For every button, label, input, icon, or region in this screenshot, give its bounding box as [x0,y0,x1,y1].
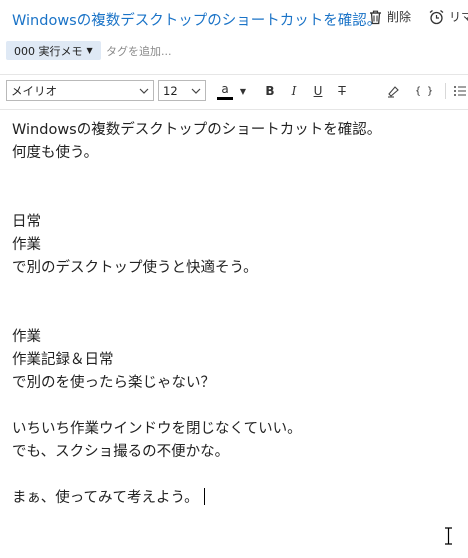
bold-button[interactable]: B [262,81,278,101]
trash-icon [370,10,381,24]
note-line: で別のを使ったら楽じゃない？ [12,375,215,391]
highlighter-button[interactable] [384,81,402,101]
note-line [12,165,452,188]
note-line [12,280,452,303]
toolbar-divider [445,83,446,99]
note-line: 作業 [12,237,41,253]
underline-button[interactable]: U [310,81,326,101]
strikethrough-button[interactable]: T [334,81,350,101]
highlighter-icon [388,86,399,98]
bullet-list-button[interactable] [452,81,468,101]
chevron-down-icon [191,88,201,94]
reminder-button[interactable]: リマ [428,8,468,25]
alarm-clock-icon [429,9,444,24]
tag-bar: 000 実行メモ ▼ [0,38,468,64]
font-size-value: 12 [163,83,178,98]
reminder-label: リマ [449,10,468,24]
chevron-down-icon [139,88,149,94]
note-line: 日常 [12,214,41,230]
tag-input[interactable] [104,41,288,62]
text-color-dropdown[interactable]: ▼ [238,81,248,101]
italic-button[interactable]: I [286,81,302,101]
font-family-value: メイリオ [11,83,57,98]
note-line [12,464,452,487]
note-line [12,395,452,418]
delete-label: 削除 [387,10,412,24]
note-title[interactable]: Windowsの複数デスクトップのショートカットを確認。 [12,9,381,30]
text-caret [203,488,205,505]
note-header: Windowsの複数デスクトップのショートカットを確認。 削除 リマ [0,0,468,36]
note-line-last: まぁ、使ってみて考えよう。 [12,487,452,510]
note-line: 作業記録＆日常 [12,352,114,368]
notebook-selector[interactable]: 000 実行メモ ▼ [6,41,101,60]
note-line: 作業 [12,329,41,345]
text-color-button[interactable]: a [214,81,236,101]
text-color-swatch [217,96,233,100]
note-line: で別のデスクトップ使うと快適そう。 [12,260,258,276]
bullet-list-icon [454,86,466,96]
note-line [12,188,452,211]
code-block-button[interactable]: { } [414,81,434,101]
notebook-label: 000 実行メモ [14,44,83,58]
font-family-select[interactable]: メイリオ [6,80,154,101]
ibeam-cursor-icon [445,527,452,545]
chevron-down-icon: ▼ [86,46,93,55]
note-line: Windowsの複数デスクトップのショートカットを確認。 [12,122,382,138]
note-line-text: まぁ、使ってみて考えよう。 [12,490,199,506]
delete-button[interactable]: 削除 [368,8,411,25]
note-line: 何度も使う。 [12,145,99,161]
font-size-select[interactable]: 12 [158,80,206,101]
format-toolbar: メイリオ 12 a ▼ B I U T { } [0,74,468,110]
note-line: でも、スクショ撮るの不便かな。 [12,444,230,460]
text-color-glyph: a [221,81,229,96]
note-line: いちいち作業ウインドウを閉じなくていい。 [12,421,302,437]
note-editor[interactable]: Windowsの複数デスクトップのショートカットを確認。 何度も使う。 日常 作… [12,119,452,510]
note-line [12,303,452,326]
